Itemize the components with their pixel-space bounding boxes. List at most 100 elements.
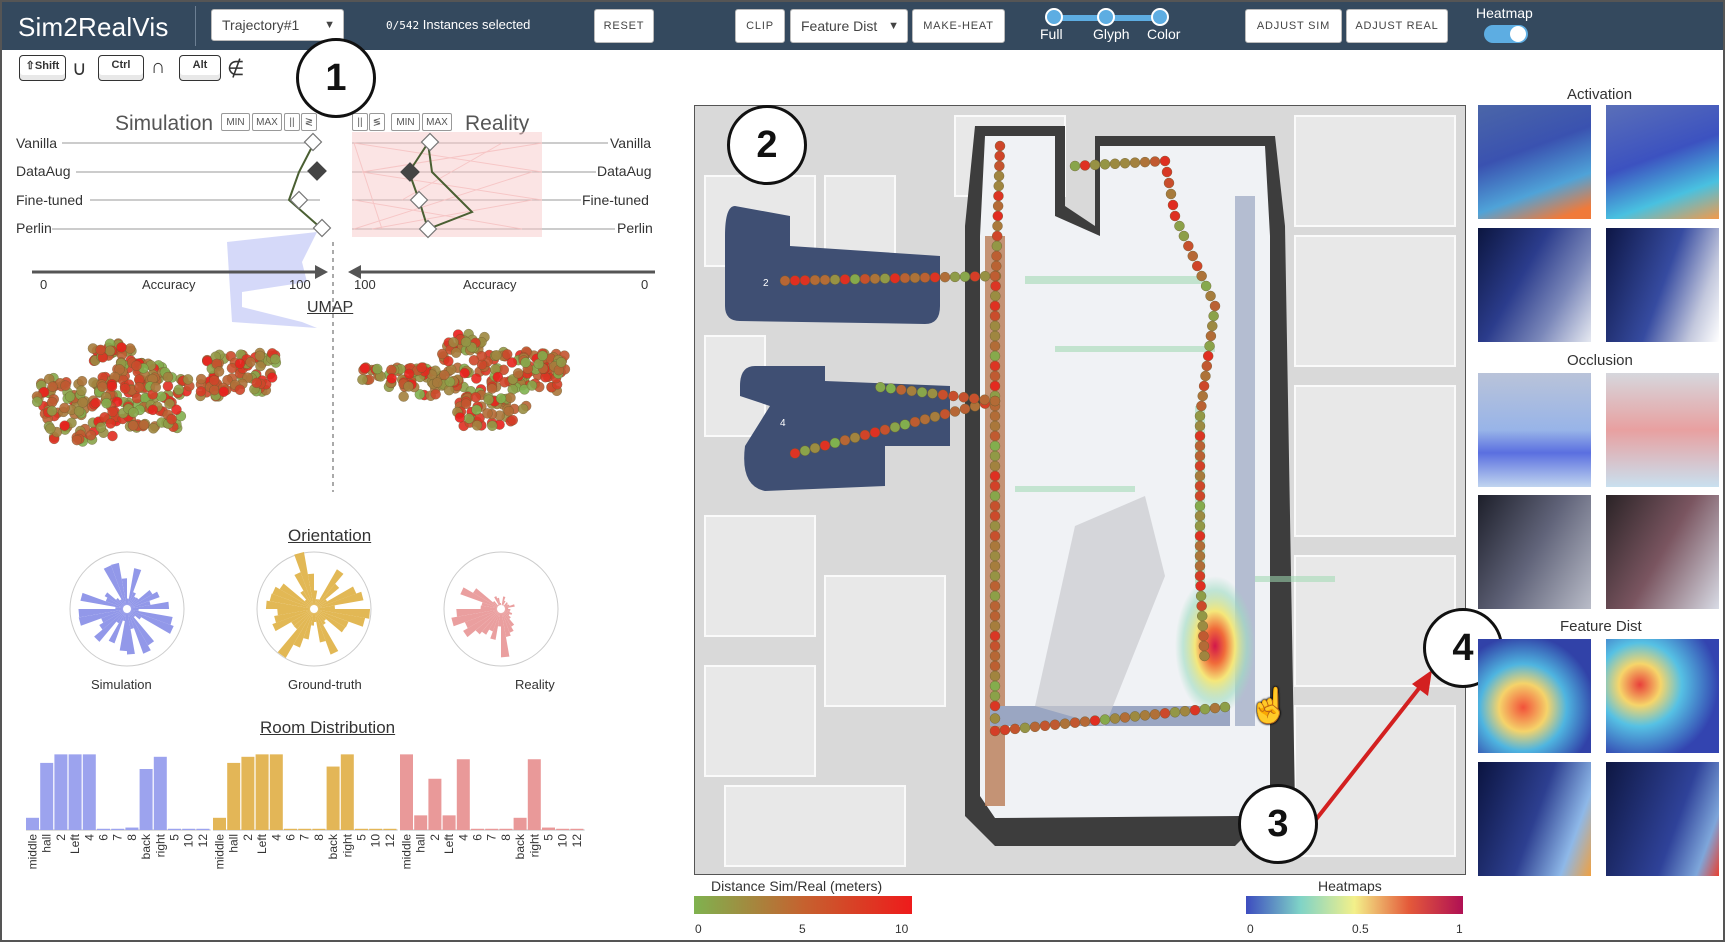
umap-point[interactable] [95,344,106,356]
umap-point[interactable] [512,368,524,379]
umap-point[interactable] [439,369,450,381]
saliency-thumbnail[interactable] [1478,105,1591,219]
umap-point[interactable] [483,394,494,405]
saliency-thumbnail[interactable] [1478,228,1591,342]
umap-point[interactable] [116,342,127,353]
saliency-thumbnail[interactable] [1606,373,1719,487]
umap-point[interactable] [495,393,507,404]
adjust-real-button[interactable]: ADJUST REAL [1346,9,1448,43]
umap-point[interactable] [526,380,538,391]
saliency-thumbnail[interactable] [1606,639,1719,753]
feature-select[interactable]: Feature Dist ▼ [790,9,908,43]
umap-scatter[interactable] [22,322,642,492]
umap-point[interactable] [505,392,516,403]
umap-point[interactable] [182,374,194,385]
umap-point[interactable] [209,375,220,386]
umap-point[interactable] [460,398,472,409]
umap-point[interactable] [506,357,518,368]
umap-point[interactable] [403,368,415,380]
umap-point[interactable] [134,382,145,393]
umap-point[interactable] [251,377,262,389]
umap-point[interactable] [537,350,548,361]
umap-point[interactable] [97,381,108,392]
umap-point[interactable] [77,397,88,408]
umap-point[interactable] [150,382,161,393]
umap-point[interactable] [487,420,498,431]
saliency-thumbnail[interactable] [1606,228,1719,342]
umap-point[interactable] [47,381,58,392]
umap-point[interactable] [254,350,266,362]
heatmap-toggle[interactable] [1484,25,1528,43]
umap-point[interactable] [64,391,76,402]
adjust-sim-button[interactable]: ADJUST SIM [1245,9,1342,43]
umap-point[interactable] [101,398,112,409]
umap-point[interactable] [76,385,87,396]
slider-stop-color[interactable] [1151,8,1169,26]
umap-point[interactable] [468,355,480,366]
umap-point[interactable] [470,392,481,403]
umap-point[interactable] [107,430,118,442]
umap-point[interactable] [196,373,207,385]
umap-point[interactable] [46,405,58,417]
umap-point[interactable] [106,381,118,392]
umap-point[interactable] [105,418,116,429]
umap-point[interactable] [471,373,482,384]
umap-point[interactable] [491,350,502,361]
umap-point[interactable] [459,367,470,379]
umap-point[interactable] [95,422,107,433]
umap-point[interactable] [507,414,518,426]
umap-point[interactable] [31,396,43,407]
umap-point[interactable] [195,386,207,397]
umap-point[interactable] [486,383,498,394]
umap-point[interactable] [471,420,483,431]
umap-point[interactable] [416,362,427,373]
umap-point[interactable] [463,413,475,424]
umap-point[interactable] [266,372,278,383]
slider-stop-glyph[interactable] [1097,8,1115,26]
saliency-thumbnail[interactable] [1478,639,1591,753]
umap-point[interactable] [209,384,220,396]
umap-point[interactable] [213,366,225,377]
umap-point[interactable] [59,402,70,414]
umap-point[interactable] [148,423,159,434]
umap-point[interactable] [45,423,56,434]
umap-point[interactable] [432,377,443,388]
saliency-thumbnail[interactable] [1478,373,1591,487]
slider-stop-full[interactable] [1045,8,1063,26]
saliency-thumbnail[interactable] [1478,762,1591,876]
umap-point[interactable] [107,406,118,418]
umap-point[interactable] [73,405,85,417]
trajectory-select[interactable]: Trajectory#1 ▼ [211,9,344,41]
umap-point[interactable] [460,336,472,348]
umap-point[interactable] [482,408,493,419]
reset-button[interactable]: RESET [594,9,654,43]
umap-point[interactable] [218,386,229,397]
umap-point[interactable] [270,353,281,365]
saliency-thumbnail[interactable] [1606,105,1719,219]
umap-point[interactable] [398,391,409,402]
umap-point[interactable] [503,405,514,417]
umap-point[interactable] [119,383,131,394]
umap-point[interactable] [386,373,397,384]
umap-point[interactable] [171,404,182,415]
umap-point[interactable] [90,397,101,409]
saliency-thumbnail[interactable] [1606,495,1719,609]
umap-point[interactable] [520,357,531,368]
umap-point[interactable] [166,414,177,425]
umap-point[interactable] [60,380,71,391]
clip-button[interactable]: CLIP [735,9,785,43]
umap-point[interactable] [128,407,139,418]
umap-point[interactable] [234,358,246,369]
umap-point[interactable] [59,420,70,431]
umap-point[interactable] [448,337,459,348]
umap-point[interactable] [359,363,370,374]
umap-point[interactable] [556,357,567,368]
umap-point[interactable] [162,380,174,392]
umap-point[interactable] [156,391,167,402]
umap-point[interactable] [245,356,256,368]
umap-point[interactable] [234,384,246,395]
umap-point[interactable] [403,381,414,392]
umap-point[interactable] [125,343,136,354]
umap-point[interactable] [517,403,529,415]
umap-point[interactable] [430,389,441,400]
